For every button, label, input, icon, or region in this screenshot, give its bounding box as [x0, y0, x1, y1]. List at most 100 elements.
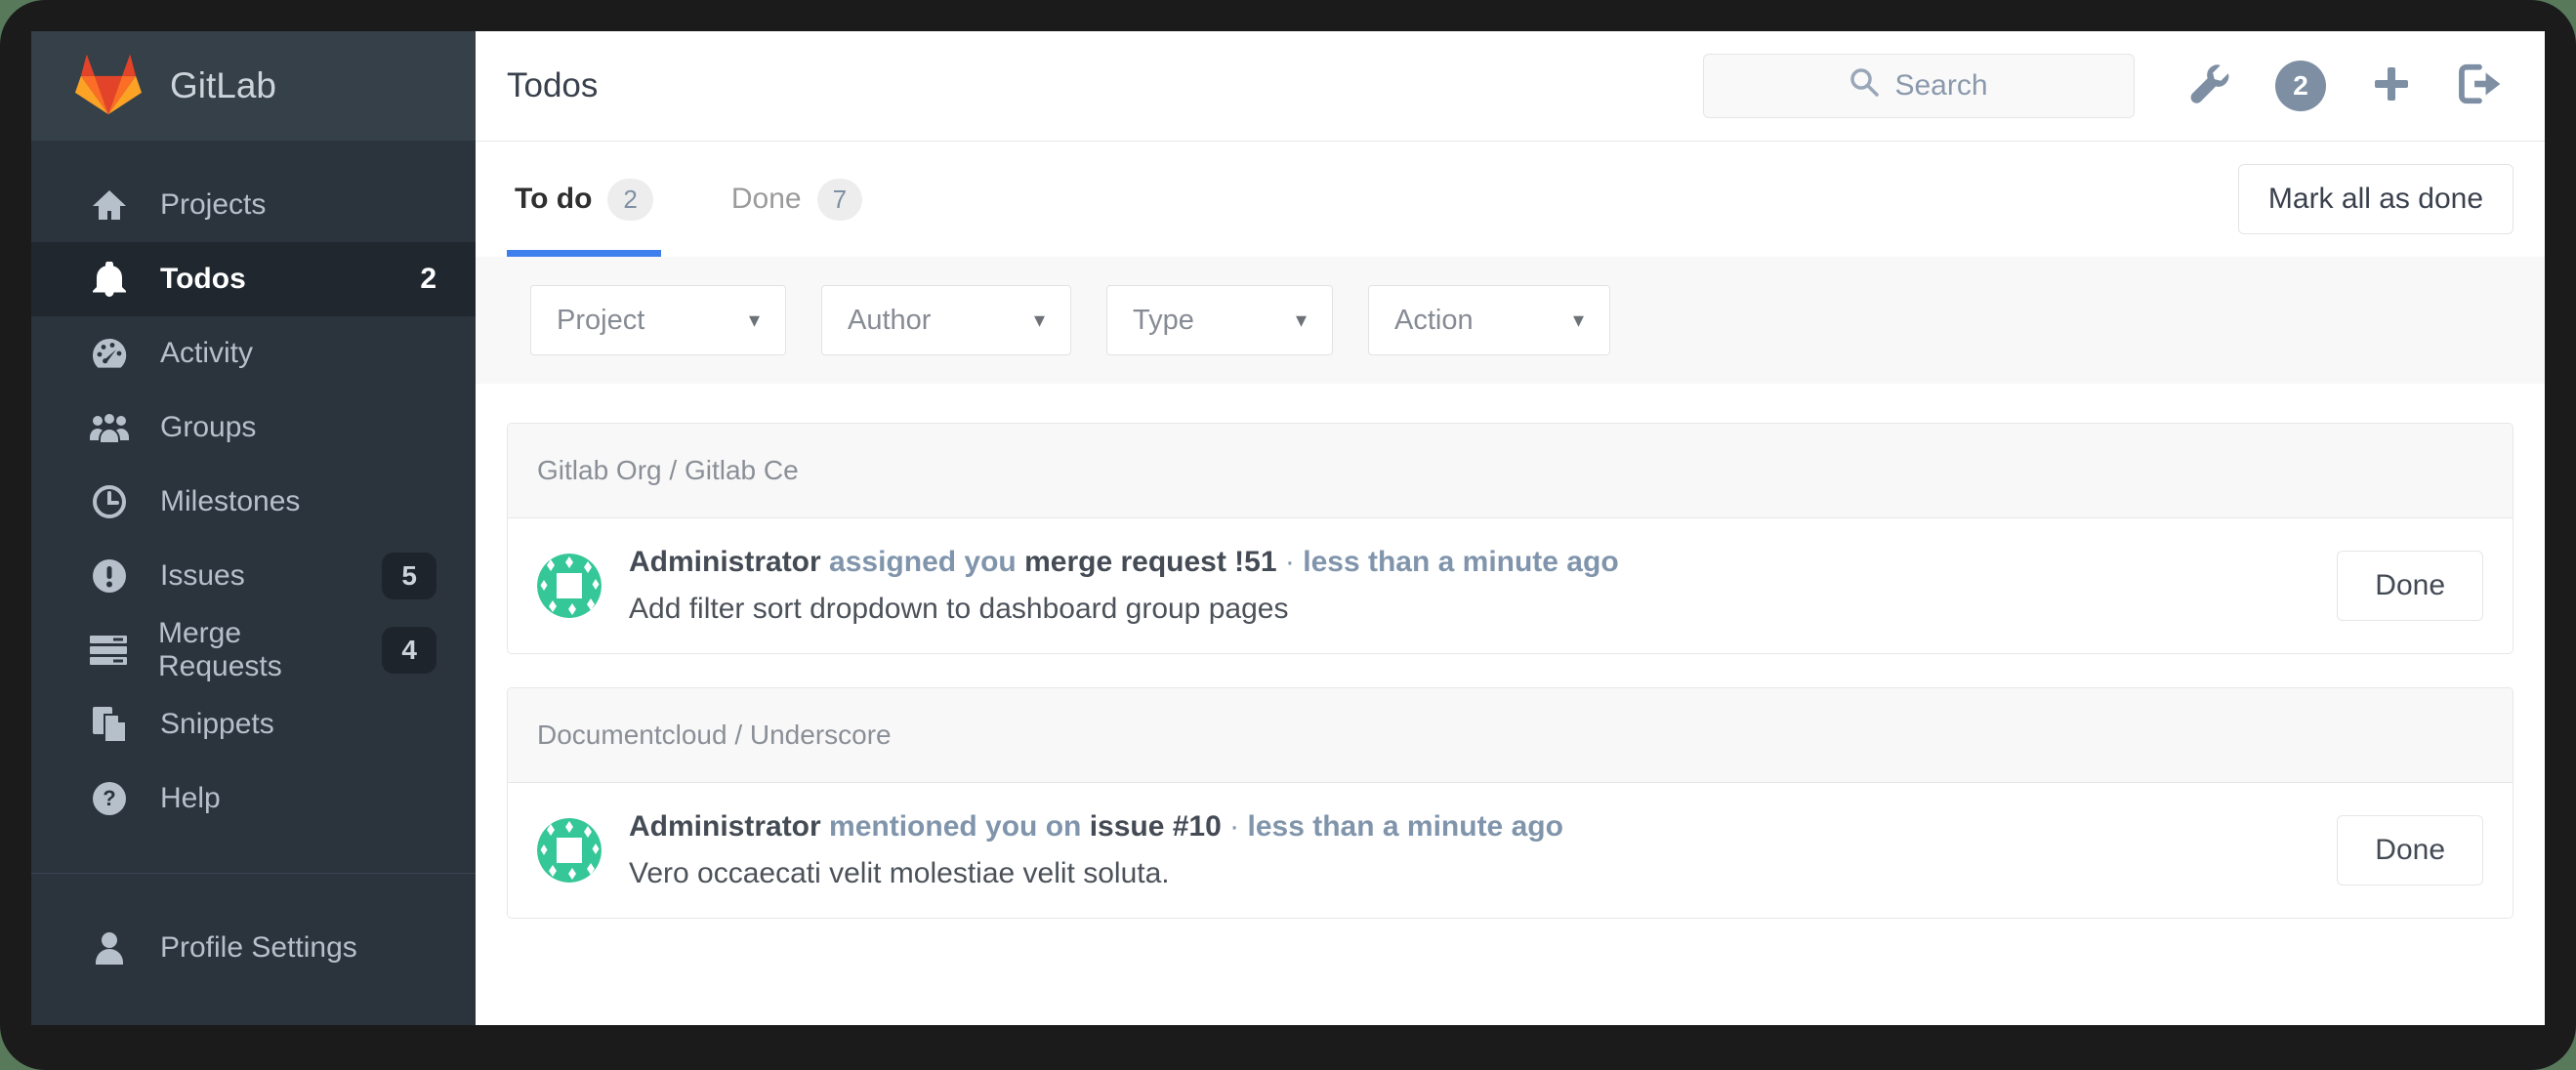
sidebar-item-label: Issues — [160, 559, 245, 592]
project-group-header: Gitlab Org / Gitlab Ce — [508, 424, 2513, 518]
todo-target-link[interactable]: merge request !51 — [1024, 546, 1276, 578]
tab-label: Done — [730, 183, 802, 215]
todo-action: assigned you — [829, 546, 1017, 578]
sidebar-item-help[interactable]: ? Help — [31, 761, 476, 836]
sidebar-item-merge-requests[interactable]: Merge Requests 4 — [31, 613, 476, 687]
sidebar-divider — [31, 873, 476, 874]
bell-icon — [90, 262, 129, 297]
chevron-down-icon: ▾ — [1295, 308, 1307, 332]
todo-body: Vero occaecati velit molestiae velit sol… — [629, 857, 1170, 889]
chevron-down-icon: ▾ — [748, 308, 760, 332]
top-bar: Todos Search 2 — [476, 31, 2545, 142]
user-icon — [90, 931, 129, 965]
avatar[interactable] — [537, 554, 602, 618]
todo-group-panel: Gitlab Org / Gitlab Ce Administrator ass… — [507, 423, 2514, 654]
issue-icon — [90, 559, 129, 593]
chevron-down-icon: ▾ — [1572, 308, 1584, 332]
sidebar-item-groups[interactable]: Groups — [31, 391, 476, 465]
todos-count-badge[interactable]: 2 — [2275, 61, 2326, 111]
tabs-row: To do 2 Done 7 Mark all as done — [476, 142, 2545, 257]
filter-bar: Project ▾ Author ▾ Type ▾ Action ▾ — [476, 257, 2545, 384]
todos-count: 2 — [420, 263, 436, 295]
search-input[interactable]: Search — [1703, 54, 2135, 118]
done-button[interactable]: Done — [2337, 551, 2483, 621]
todo-timestamp: less than a minute ago — [1247, 810, 1563, 843]
project-filter-dropdown[interactable]: Project ▾ — [530, 285, 786, 355]
todo-title-line: Administrator assigned you merge request… — [629, 546, 1619, 579]
sidebar-item-activity[interactable]: Activity — [31, 316, 476, 391]
sidebar-item-label: Milestones — [160, 485, 301, 517]
done-button[interactable]: Done — [2337, 815, 2483, 885]
avatar[interactable] — [537, 818, 602, 883]
sidebar-item-label: Profile Settings — [160, 931, 357, 964]
type-filter-dropdown[interactable]: Type ▾ — [1106, 285, 1333, 355]
sidebar-item-label: Todos — [160, 263, 246, 295]
todo-action: mentioned you on — [829, 810, 1082, 843]
search-icon — [1849, 67, 1880, 104]
mark-all-as-done-button[interactable]: Mark all as done — [2237, 164, 2514, 234]
sidebar: GitLab Projects Todos 2 Activity Groups … — [31, 31, 476, 1025]
todo-title-line: Administrator mentioned you on issue #10… — [629, 810, 1563, 844]
todo-timestamp: less than a minute ago — [1303, 546, 1619, 578]
sidebar-nav: Projects Todos 2 Activity Groups Milesto… — [31, 141, 476, 985]
sidebar-header: GitLab — [31, 31, 476, 141]
tab-done-count: 7 — [816, 178, 863, 221]
top-bar-icons: 2 — [2185, 61, 2502, 111]
sidebar-item-milestones[interactable]: Milestones — [31, 465, 476, 539]
admin-wrench-icon[interactable] — [2185, 62, 2230, 111]
dashboard-icon — [90, 337, 129, 370]
todo-group-panel: Documentcloud / Underscore Administrator… — [507, 687, 2514, 919]
page-title: Todos — [507, 66, 599, 104]
home-icon — [90, 188, 129, 222]
issues-badge: 5 — [382, 553, 436, 599]
action-filter-dropdown[interactable]: Action ▾ — [1368, 285, 1610, 355]
author-filter-dropdown[interactable]: Author ▾ — [821, 285, 1071, 355]
tab-done[interactable]: Done 7 — [724, 142, 870, 257]
gitlab-logo-icon[interactable] — [72, 50, 145, 123]
project-group-header: Documentcloud / Underscore — [508, 688, 2513, 783]
sidebar-item-label: Snippets — [160, 708, 274, 740]
new-project-plus-icon[interactable] — [2371, 63, 2412, 109]
filter-label: Project — [557, 304, 645, 336]
chevron-down-icon: ▾ — [1033, 308, 1045, 332]
logo-text: GitLab — [170, 65, 277, 105]
todo-item: Administrator assigned you merge request… — [508, 518, 2513, 653]
filter-label: Action — [1394, 304, 1474, 336]
tab-label: To do — [515, 183, 593, 215]
filter-label: Type — [1133, 304, 1194, 336]
merge-requests-badge: 4 — [382, 627, 436, 674]
svg-text:?: ? — [103, 786, 115, 810]
todo-text: Administrator assigned you merge request… — [629, 546, 1619, 626]
main-area: Todos Search 2 To do 2 Done 7 Mark all a… — [476, 31, 2545, 1025]
app-window: GitLab Projects Todos 2 Activity Groups … — [31, 31, 2545, 1025]
todo-list: Gitlab Org / Gitlab Ce Administrator ass… — [476, 384, 2545, 958]
tab-todo-count: 2 — [607, 178, 653, 221]
todo-author[interactable]: Administrator — [629, 546, 821, 578]
todo-author[interactable]: Administrator — [629, 810, 821, 843]
sidebar-item-label: Merge Requests — [158, 617, 282, 682]
todo-body: Add filter sort dropdown to dashboard gr… — [629, 593, 1289, 625]
todo-target-link[interactable]: issue #10 — [1090, 810, 1222, 843]
merge-request-icon — [90, 636, 127, 665]
help-icon: ? — [90, 782, 129, 815]
sidebar-item-label: Projects — [160, 188, 267, 221]
sidebar-item-label: Groups — [160, 411, 257, 443]
sidebar-item-todos[interactable]: Todos 2 — [31, 242, 476, 316]
sidebar-item-label: Help — [160, 782, 221, 814]
sidebar-item-snippets[interactable]: Snippets — [31, 687, 476, 761]
filter-label: Author — [848, 304, 932, 336]
search-placeholder: Search — [1894, 69, 1988, 102]
todo-text: Administrator mentioned you on issue #10… — [629, 810, 1563, 890]
dot-separator: · — [1284, 546, 1295, 578]
screenshot-frame: GitLab Projects Todos 2 Activity Groups … — [0, 0, 2576, 1070]
todo-item: Administrator mentioned you on issue #10… — [508, 783, 2513, 918]
sidebar-item-profile-settings[interactable]: Profile Settings — [31, 911, 476, 985]
clock-icon — [90, 485, 129, 518]
dot-separator: · — [1229, 810, 1240, 843]
sidebar-item-label: Activity — [160, 337, 254, 369]
sign-out-icon[interactable] — [2457, 63, 2502, 109]
sidebar-item-projects[interactable]: Projects — [31, 168, 476, 242]
snippet-icon — [90, 707, 129, 742]
tab-todo[interactable]: To do 2 — [507, 142, 661, 257]
sidebar-item-issues[interactable]: Issues 5 — [31, 539, 476, 613]
